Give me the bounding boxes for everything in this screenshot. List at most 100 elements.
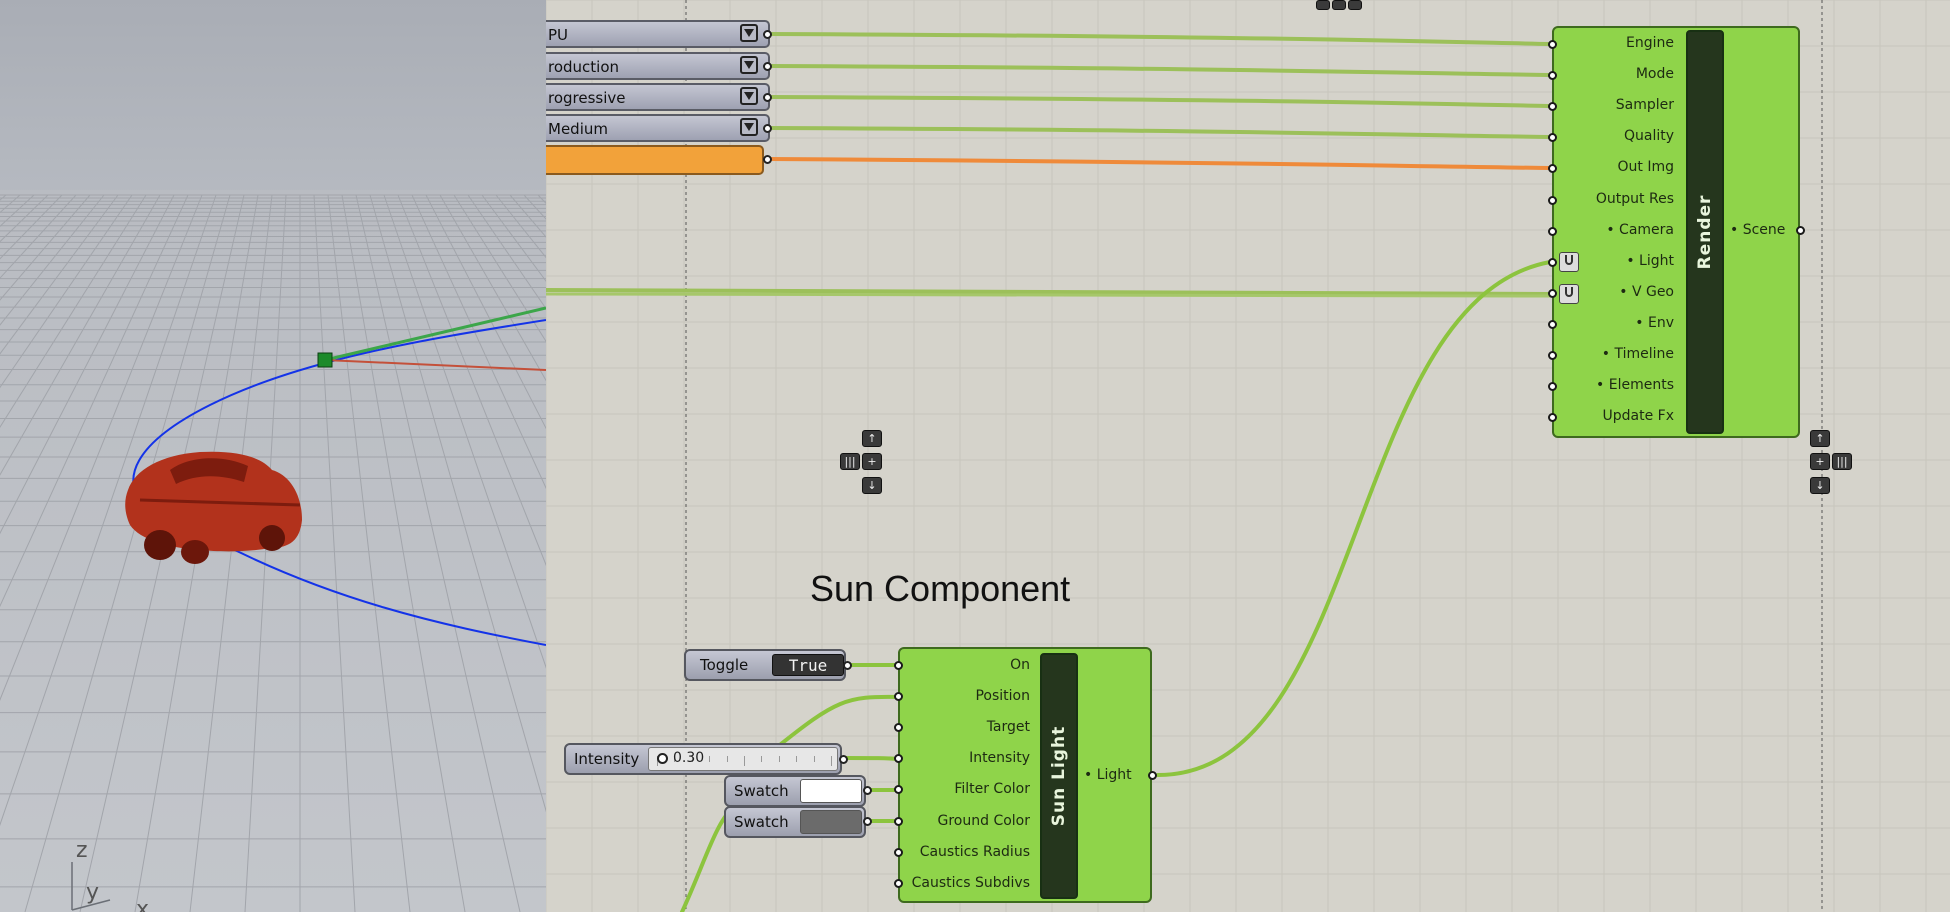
swatch-ground-color[interactable]: [800, 810, 862, 834]
render-input-0: Engine: [1626, 35, 1674, 51]
sun-input-5: Ground Color: [937, 812, 1031, 829]
render-component[interactable]: Render Engine Mode Sampler Quality Out Img Ou…: [1552, 26, 1800, 438]
sun-light-core[interactable]: Sun Light: [1040, 653, 1078, 899]
wire-mode: [766, 64, 1552, 77]
sun-input-grip[interactable]: [894, 661, 903, 670]
render-input-9: • Env: [1635, 314, 1674, 331]
group-label: Sun Component: [810, 568, 1071, 609]
render-input-grip[interactable]: [1548, 226, 1557, 236]
render-input-grip[interactable]: [1548, 288, 1557, 298]
viewport-scene: [0, 0, 546, 912]
rhino-viewport[interactable]: z y x: [0, 0, 546, 912]
toggle-param[interactable]: Toggle True: [684, 649, 846, 681]
axis-x-label: x: [136, 897, 150, 912]
sun-output-grip[interactable]: [1148, 771, 1157, 780]
sun-input-grip[interactable]: [894, 878, 903, 888]
intensity-slider[interactable]: Intensity 0.30: [564, 743, 842, 775]
sun-input-2: Target: [986, 719, 1030, 736]
swatch-filter-output[interactable]: [863, 786, 872, 795]
axis-y-label: y: [86, 880, 100, 905]
slider-tick: [778, 756, 780, 762]
value-list-sampler-text: rogressive: [548, 89, 626, 107]
render-input-grip[interactable]: [1548, 351, 1557, 360]
render-output-grip[interactable]: [1796, 226, 1805, 235]
swatch-filter-color[interactable]: [800, 779, 862, 803]
slider-tick: [796, 756, 798, 762]
zoom-down-icon-right[interactable]: ↓: [1810, 477, 1830, 494]
render-input-3: Quality: [1623, 128, 1674, 145]
render-input-grip[interactable]: [1548, 319, 1557, 329]
value-list-sampler[interactable]: rogressive: [546, 83, 770, 111]
value-list-engine-output[interactable]: [763, 30, 772, 39]
axis-z-label: z: [76, 838, 88, 863]
toggle-label: Toggle: [700, 656, 749, 674]
dropdown-arrow-icon[interactable]: [740, 56, 758, 74]
zoom-up-icon-right[interactable]: ↑: [1810, 430, 1830, 447]
slider-track[interactable]: 0.30: [648, 747, 838, 771]
slider-output[interactable]: [839, 755, 848, 764]
sun-input-6: Caustics Radius: [919, 843, 1030, 860]
sun-input-grip[interactable]: [894, 847, 903, 857]
value-list-mode-output[interactable]: [763, 62, 772, 71]
swatch-filter[interactable]: Swatch: [724, 775, 866, 807]
wire-quality: [766, 126, 1552, 139]
sun-gizmo-handle[interactable]: [317, 352, 333, 368]
sun-input-0: On: [1010, 657, 1030, 673]
render-component-core[interactable]: Render: [1686, 30, 1724, 434]
value-list-mode[interactable]: roduction: [546, 52, 770, 80]
zoom-bars-icon[interactable]: |||: [840, 453, 860, 470]
slider-tick: [744, 756, 745, 766]
wire-sampler: [766, 95, 1552, 108]
sun-light-component[interactable]: Sun Light On Position Target Intensity Filte…: [898, 647, 1152, 903]
render-input-2: Sampler: [1615, 97, 1674, 114]
graft-v-geo-icon[interactable]: [1559, 284, 1579, 304]
dropdown-arrow-icon[interactable]: [740, 118, 758, 136]
graft-light-icon[interactable]: [1559, 252, 1579, 272]
out-img-panel-output[interactable]: [763, 155, 772, 164]
slider-tick: [761, 756, 763, 762]
value-list-engine[interactable]: PU: [546, 20, 770, 48]
zoom-bars-icon-right[interactable]: |||: [1832, 453, 1852, 470]
value-list-sampler-output[interactable]: [763, 93, 772, 102]
zoom-plus-icon[interactable]: +: [862, 453, 882, 470]
wire-v-geo-2: [546, 292, 1552, 298]
value-list-quality-text: Medium: [548, 120, 608, 138]
sun-input-3: Intensity: [969, 750, 1030, 767]
render-input-1: Mode: [1635, 66, 1674, 83]
nav-right-icon[interactable]: [1348, 0, 1362, 10]
wire-out-img: [766, 157, 1552, 170]
render-input-grip[interactable]: [1548, 195, 1557, 205]
toggle-value-button[interactable]: True: [772, 654, 844, 676]
wire-engine: [766, 32, 1552, 46]
toggle-output[interactable]: [843, 661, 852, 670]
swatch-filter-label: Swatch: [734, 782, 789, 800]
swatch-ground[interactable]: Swatch: [724, 806, 866, 838]
dropdown-arrow-icon[interactable]: [740, 24, 758, 42]
slider-knob[interactable]: [657, 753, 668, 764]
value-list-engine-text: PU: [548, 26, 569, 44]
zoom-up-icon[interactable]: ↑: [862, 430, 882, 447]
render-input-grip[interactable]: [1548, 257, 1557, 267]
slider-tick: [831, 756, 832, 766]
swatch-ground-output[interactable]: [863, 817, 872, 826]
value-list-quality-output[interactable]: [763, 124, 772, 133]
value-list-quality[interactable]: Medium: [546, 114, 770, 142]
sun-light-title: Sun Light: [1049, 725, 1069, 827]
out-img-panel[interactable]: [546, 145, 764, 175]
nav-mid-icon[interactable]: [1332, 0, 1346, 10]
dropdown-arrow-icon[interactable]: [740, 87, 758, 105]
sun-input-7: Caustics Subdivs: [911, 874, 1030, 891]
sun-input-grip[interactable]: [894, 816, 903, 826]
zoom-plus-icon-right[interactable]: +: [1810, 453, 1830, 470]
render-output-scene: • Scene: [1730, 222, 1786, 238]
render-input-6: • Camera: [1606, 221, 1674, 238]
render-input-11: • Elements: [1596, 377, 1674, 394]
render-input-5: Output Res: [1595, 190, 1674, 207]
render-input-8: • V Geo: [1619, 283, 1674, 300]
render-input-grip[interactable]: [1548, 40, 1557, 49]
render-input-4: Out Img: [1617, 159, 1675, 176]
zoom-down-icon[interactable]: ↓: [862, 477, 882, 494]
nav-left-icon[interactable]: [1316, 0, 1330, 10]
sun-input-4: Filter Color: [954, 781, 1030, 798]
grasshopper-canvas[interactable]: PU roduction rogressive Medium Render En…: [546, 0, 1950, 912]
